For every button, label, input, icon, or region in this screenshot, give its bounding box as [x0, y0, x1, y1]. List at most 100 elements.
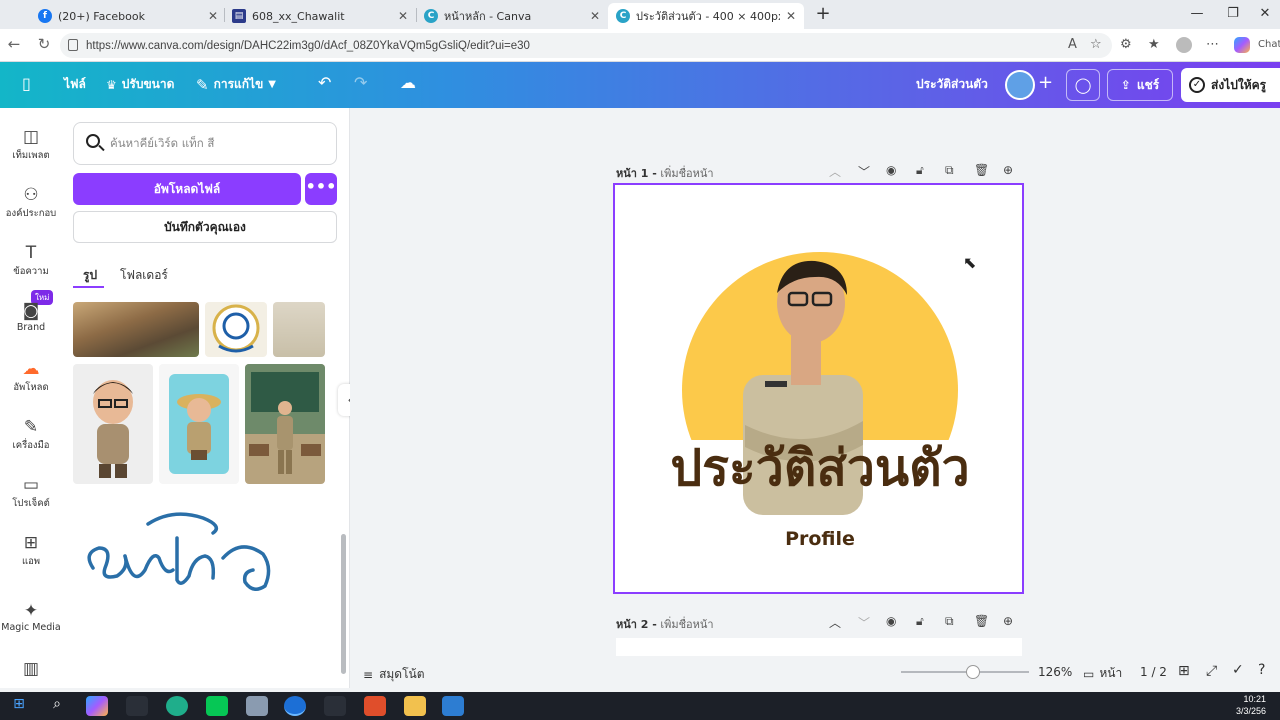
upload-thumbnail-classroom[interactable] — [245, 364, 325, 484]
copilot-chat-label[interactable]: Chat — [1258, 39, 1280, 50]
hide-page-eye-icon[interactable]: ◉ — [886, 614, 896, 628]
add-collaborator-icon[interactable]: + — [1038, 72, 1053, 93]
cloud-saved-icon[interactable]: ☁ — [400, 73, 416, 92]
close-icon[interactable]: ✕ — [208, 9, 218, 23]
search-icon[interactable]: ⌕ — [46, 696, 68, 716]
add-page-icon[interactable]: ⊕ — [1003, 163, 1013, 177]
resize-button[interactable]: ♛ ปรับขนาด — [106, 75, 174, 94]
edge-browser-icon[interactable] — [284, 696, 306, 716]
tab-folders[interactable]: โฟลเดอร์ — [120, 266, 168, 285]
page-down-icon[interactable]: ﹀ — [858, 614, 870, 631]
rail-templates[interactable]: ◫ เท็มเพลต — [0, 126, 62, 163]
grid-view-icon[interactable]: ⊞ — [1178, 663, 1190, 679]
copilot-icon[interactable] — [1234, 37, 1250, 53]
profile-icon[interactable] — [1176, 37, 1192, 53]
rail-magic-media[interactable]: ✦ Magic Media — [0, 600, 62, 633]
read-aloud-icon[interactable]: A — [1068, 37, 1077, 52]
upload-thumbnail-emblem[interactable] — [205, 302, 267, 357]
pages-button[interactable]: ▭ หน้า — [1083, 664, 1122, 683]
upload-thumbnail-rocks[interactable] — [73, 302, 199, 357]
search-input[interactable]: ค้นหาคีย์เวิร์ด แท็ก สี — [73, 122, 337, 165]
add-page-icon[interactable]: ⊕ — [1003, 614, 1013, 628]
lock-page-icon[interactable]: 🔓︎ — [916, 163, 924, 178]
canva-icon: C — [616, 9, 630, 23]
close-icon[interactable]: ✕ — [398, 9, 408, 23]
duplicate-page-icon[interactable]: ⧉ — [945, 614, 954, 629]
page-up-icon[interactable]: ︿ — [829, 163, 841, 180]
page-down-icon[interactable]: ﹀ — [858, 163, 870, 180]
browser-tab-facebook[interactable]: f (20+) Facebook ✕ — [30, 3, 226, 29]
fullscreen-icon[interactable]: ⤢ — [1206, 663, 1217, 679]
more-options-button[interactable]: ••• — [305, 173, 337, 205]
delete-page-icon[interactable]: 🗑︎ — [974, 163, 989, 177]
notes-button[interactable]: ≡ สมุดโน้ต — [363, 665, 425, 684]
app-icon[interactable] — [442, 696, 464, 716]
folder-icon: ▭ — [22, 475, 40, 495]
send-to-teacher-button[interactable]: ✓ ส่งไปให้ครู — [1181, 68, 1280, 102]
app-icon[interactable] — [324, 696, 346, 716]
extension-icon[interactable]: ⚙ — [1120, 37, 1132, 52]
upload-thumbnail-uniform[interactable] — [273, 302, 325, 357]
rail-projects[interactable]: ▭ โปรเจ็คต์ — [0, 474, 62, 511]
comment-button[interactable]: ◯ — [1066, 69, 1100, 101]
rail-apps[interactable]: ⊞ แอพ — [0, 532, 62, 569]
url-field[interactable]: https://www.canva.com/design/DAHC22im3g0… — [60, 33, 1112, 58]
duplicate-page-icon[interactable]: ⧉ — [945, 163, 954, 178]
edit-mode-button[interactable]: ✎ การแก้ไข ▼ — [196, 75, 276, 94]
redo-icon[interactable]: ↷ — [354, 73, 367, 92]
design-page-1[interactable]: ประวัติส่วนตัว Profile — [613, 183, 1024, 594]
lock-page-icon[interactable]: 🔓︎ — [916, 614, 924, 629]
more-menu-icon[interactable]: ⋯ — [1206, 37, 1219, 52]
file-menu-button[interactable]: ไฟล์ — [64, 75, 86, 94]
upload-files-button[interactable]: อัพโหลดไฟล์ — [73, 173, 301, 205]
record-yourself-button[interactable]: บันทึกตัวคุณเอง — [73, 211, 337, 243]
app-icon[interactable] — [364, 696, 386, 716]
refresh-icon[interactable]: ↻ — [34, 35, 54, 53]
help-icon[interactable]: ? — [1258, 662, 1265, 678]
avatar[interactable] — [1005, 70, 1035, 100]
rail-uploads[interactable]: ☁ อัพโหลด — [0, 358, 62, 395]
windows-start-icon[interactable]: ⊞ — [8, 696, 30, 716]
zoom-level[interactable]: 126% — [1038, 665, 1072, 679]
upload-thumbnail-3d-character[interactable] — [73, 364, 153, 484]
page-up-icon[interactable]: ︿ — [829, 614, 841, 631]
file-explorer-icon[interactable] — [404, 696, 426, 716]
upload-thumbnail-signature[interactable] — [73, 498, 283, 608]
panel-scrollbar[interactable] — [341, 534, 346, 674]
share-button[interactable]: ⇪ แชร์ — [1107, 69, 1173, 101]
browser-tab-canva-home[interactable]: C หน้าหลัก - Canva ✕ — [416, 3, 608, 29]
rail-brand[interactable]: ◙ Brand — [0, 300, 62, 333]
upload-thumbnail-toy-box[interactable] — [159, 364, 239, 484]
back-icon[interactable]: ← — [4, 35, 24, 53]
close-icon[interactable]: ✕ — [786, 9, 796, 23]
copilot-icon[interactable] — [86, 696, 108, 716]
tab-images[interactable]: รูป — [83, 266, 97, 285]
app-icon[interactable] — [166, 696, 188, 716]
rail-elements[interactable]: ⚇ องค์ประกอบ — [0, 184, 62, 221]
page-2-label[interactable]: หน้า 2 - เพิ่มชื่อหน้า — [616, 615, 714, 633]
line-app-icon[interactable] — [206, 696, 228, 716]
browser-tab-document[interactable]: ▤ 608_xx_Chawalit ✕ — [224, 3, 416, 29]
rail-tools[interactable]: ✎ เครื่องมือ — [0, 416, 62, 453]
zoom-slider-thumb[interactable] — [965, 665, 980, 679]
new-tab-button[interactable]: + — [808, 4, 838, 24]
close-icon[interactable]: ✕ — [590, 9, 600, 23]
hide-page-eye-icon[interactable]: ◉ — [886, 163, 896, 177]
delete-page-icon[interactable]: 🗑︎ — [974, 614, 989, 628]
undo-icon[interactable]: ↶ — [318, 73, 331, 92]
favorites-icon[interactable]: ★ — [1148, 37, 1160, 52]
rail-text[interactable]: T ข้อความ — [0, 242, 62, 279]
close-window-icon[interactable]: ✕ — [1250, 4, 1280, 24]
browser-tab-canva-design[interactable]: C ประวัติส่วนตัว - 400 × 400px ✕ — [608, 3, 804, 29]
check-circle-icon[interactable]: ✓ — [1232, 662, 1244, 678]
app-icon[interactable] — [126, 696, 148, 716]
restore-icon[interactable]: ❐ — [1218, 4, 1248, 24]
minimize-icon[interactable]: — — [1182, 4, 1212, 24]
favorite-star-icon[interactable]: ☆ — [1090, 37, 1102, 52]
app-icon[interactable] — [246, 696, 268, 716]
page-1-label[interactable]: หน้า 1 - เพิ่มชื่อหน้า — [616, 164, 714, 182]
sidebar-toggle-icon[interactable]: ▯ — [22, 74, 31, 93]
design-page-2[interactable] — [616, 638, 1022, 656]
rail-more[interactable]: ▥ — [0, 658, 62, 680]
design-title[interactable]: ประวัติส่วนตัว — [916, 75, 988, 94]
